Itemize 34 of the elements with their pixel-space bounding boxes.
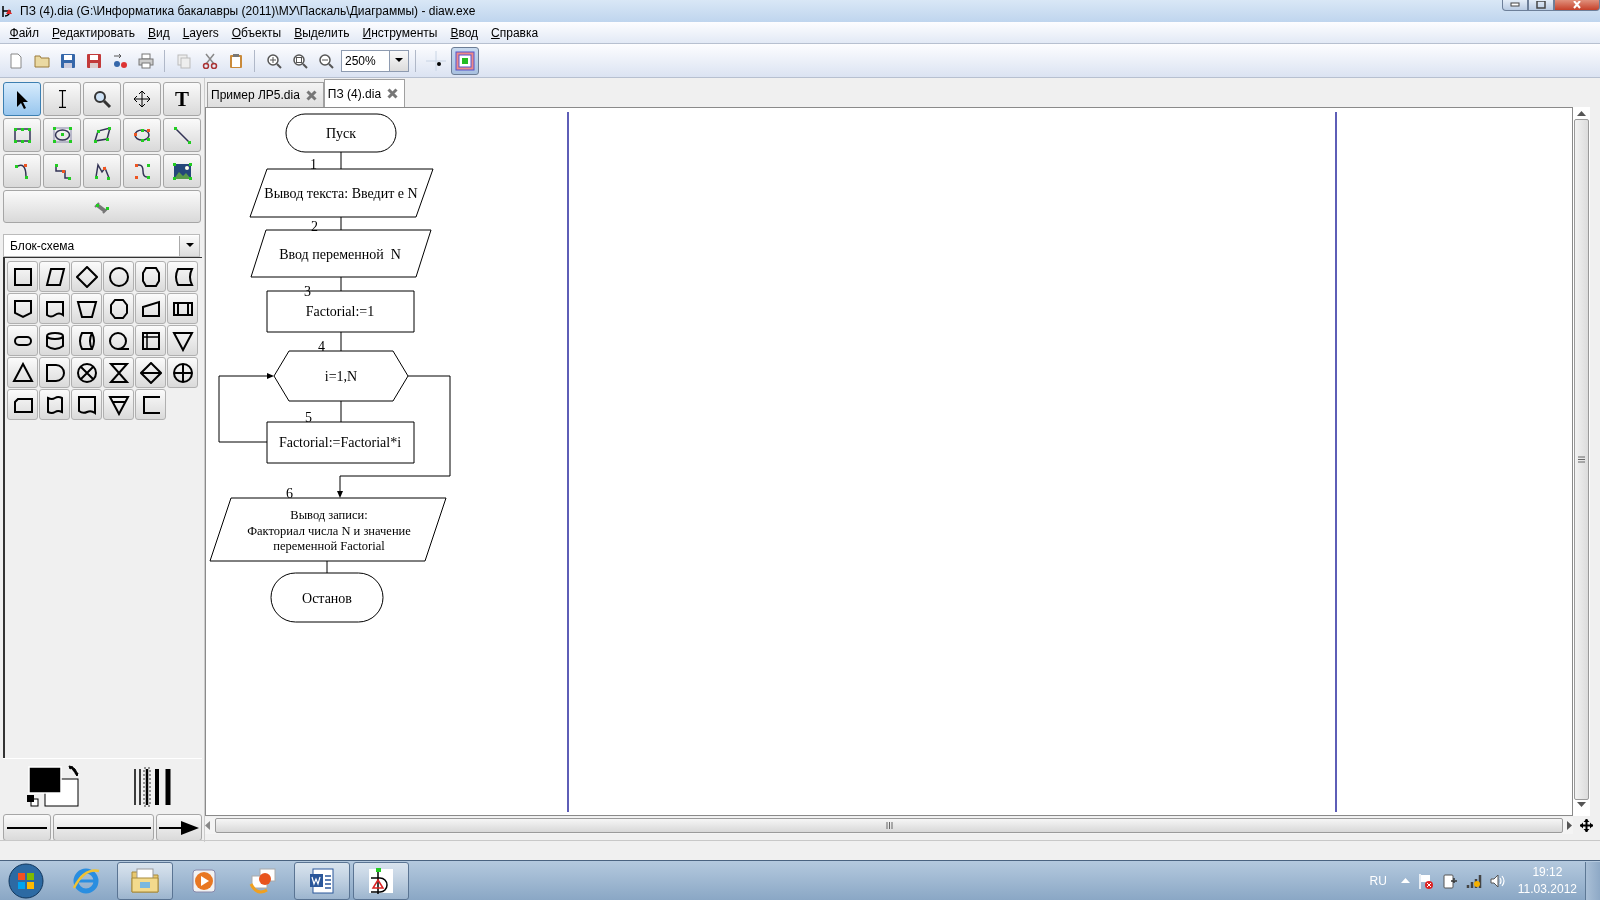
diagram-canvas[interactable]: Пуск Вывод текста: Введит е N 1 Ввод переменной N 2 Factorial:=1 3 i=1,N 4 Factorial:=Factorial*i 5 Вывод записи: Факториал числа N и значение переменной Factorial 6 Останов bbox=[205, 107, 1573, 816]
menu-item[interactable]: Редактировать bbox=[45, 25, 142, 40]
menu-item[interactable]: Вид bbox=[141, 25, 177, 40]
document-tab[interactable]: ПЗ (4).dia bbox=[323, 79, 406, 107]
node-label: Factorial:=Factorial*i bbox=[278, 435, 402, 450]
menu-item[interactable]: Выделить bbox=[287, 25, 357, 40]
menu-item[interactable]: Layers bbox=[176, 25, 226, 40]
step-number: 1 bbox=[310, 157, 317, 172]
node-label: Пуск bbox=[325, 126, 357, 141]
clock-date: 11.03.2012 bbox=[1517, 880, 1577, 898]
node-label: Вывод текста: Введит е N bbox=[264, 186, 418, 201]
clock-time: 19:12 bbox=[1532, 863, 1563, 881]
node-label: Останов bbox=[302, 591, 352, 606]
node-label: Factorial:=1 bbox=[305, 304, 375, 319]
step-number: 5 bbox=[305, 410, 312, 425]
node-label: i=1,N bbox=[324, 369, 358, 384]
tab-label: ПЗ (4).dia bbox=[327, 86, 382, 101]
node-label: Ввод переменной N bbox=[279, 247, 401, 262]
tab-label: Пример ЛР5.dia bbox=[211, 88, 300, 102]
document-tab[interactable]: Пример ЛР5.dia bbox=[207, 82, 324, 107]
step-number: 2 bbox=[311, 219, 318, 234]
menu-item[interactable]: Файл bbox=[3, 25, 46, 40]
menu-item[interactable]: Ввод bbox=[443, 25, 485, 40]
menu-item[interactable]: Объекты bbox=[225, 25, 288, 40]
zoom-field[interactable]: 250% bbox=[341, 49, 389, 72]
step-number: 6 bbox=[286, 486, 293, 501]
step-number: 4 bbox=[318, 339, 325, 354]
tool-button[interactable]: T bbox=[163, 82, 201, 116]
sheet-dropdown[interactable]: Блок-схема bbox=[3, 234, 200, 257]
step-number: 3 bbox=[304, 284, 311, 299]
menu-item[interactable]: Инструменты bbox=[356, 25, 444, 40]
menu-item[interactable]: Справка bbox=[484, 25, 545, 40]
node-label: Вывод записи: Факториал числа N и значение переменной Factorial bbox=[247, 508, 411, 553]
window-title: ПЗ (4).dia (G:\Информатика бакалавры (2011)\МУ\Паскаль\Диаграммы) - diaw.exe bbox=[20, 4, 476, 18]
